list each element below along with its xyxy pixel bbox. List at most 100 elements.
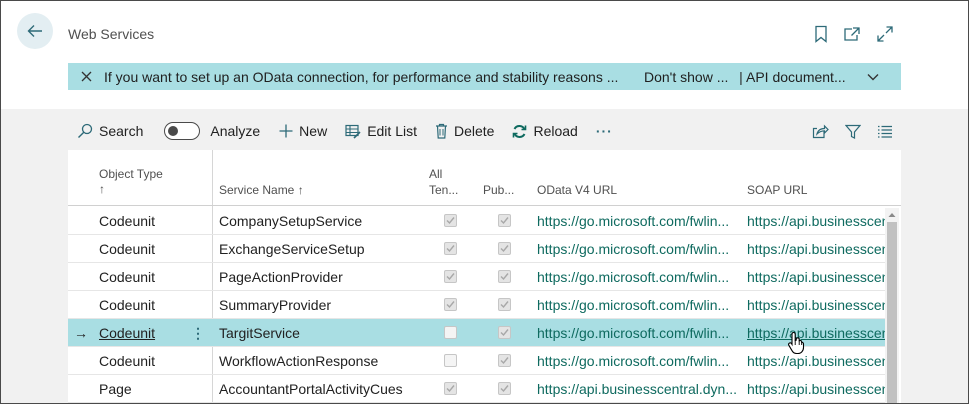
header-odata-url[interactable]: OData V4 URL — [537, 183, 617, 197]
reload-label: Reload — [533, 123, 578, 139]
filter-button[interactable] — [841, 119, 865, 143]
published-checkbox[interactable] — [498, 270, 511, 283]
all-tenants-checkbox[interactable] — [444, 382, 457, 395]
web-services-grid: Object Type ↑ Service Name ↑ All Ten... … — [68, 150, 901, 403]
cell-service-name[interactable]: AccountantPortalActivityCues — [219, 381, 429, 397]
dont-show-link[interactable]: Don't show ... — [644, 69, 736, 85]
web-services-window: Web Services If you want to set up an OD… — [0, 0, 969, 404]
search-button[interactable]: Search — [77, 116, 143, 146]
published-checkbox[interactable] — [498, 242, 511, 255]
cell-soap-url[interactable]: https://api.businesscen — [747, 325, 886, 341]
all-tenants-checkbox[interactable] — [444, 354, 457, 367]
notification-banner: If you want to set up an OData connectio… — [68, 63, 901, 90]
list-view-button[interactable] — [873, 119, 897, 143]
table-row[interactable]: Codeunit ExchangeServiceSetup https://go… — [68, 235, 886, 263]
table-row-selected[interactable]: → Codeunit ⋮ TargitService https://go.mi… — [68, 319, 886, 347]
cell-odata-url[interactable]: https://go.microsoft.com/fwlin... — [537, 269, 737, 285]
list-view-icon — [878, 125, 892, 138]
checkmark-icon — [446, 385, 455, 393]
back-button[interactable] — [17, 13, 53, 49]
cell-service-name[interactable]: PageActionProvider — [219, 269, 419, 285]
cell-object-type[interactable]: Codeunit — [99, 269, 204, 285]
header-published[interactable]: Pub... — [483, 183, 514, 197]
trash-icon — [436, 123, 447, 139]
share-button[interactable] — [808, 119, 832, 143]
table-row[interactable]: Codeunit CompanySetupService https://go.… — [68, 207, 886, 235]
cell-odata-url[interactable]: https://go.microsoft.com/fwlin... — [537, 325, 737, 341]
cell-odata-url[interactable]: https://go.microsoft.com/fwlin... — [537, 241, 737, 257]
all-tenants-checkbox[interactable] — [444, 326, 457, 339]
reload-button[interactable]: Reload — [512, 116, 578, 146]
all-tenants-checkbox[interactable] — [444, 270, 457, 283]
delete-label: Delete — [454, 123, 495, 139]
open-new-window-button[interactable] — [841, 23, 863, 45]
header-all-tenants-line1[interactable]: All — [429, 167, 442, 181]
published-checkbox[interactable] — [498, 214, 511, 227]
cell-object-type[interactable]: Codeunit — [99, 297, 204, 313]
close-icon — [81, 71, 91, 82]
api-documentation-link[interactable]: API document... — [746, 69, 863, 85]
table-row[interactable]: Codeunit WorkflowActionResponse https://… — [68, 347, 886, 375]
expand-banner-button[interactable] — [863, 73, 883, 81]
share-icon — [812, 124, 829, 138]
published-checkbox[interactable] — [498, 382, 511, 395]
delete-button[interactable]: Delete — [435, 116, 494, 146]
cell-odata-url[interactable]: https://go.microsoft.com/fwlin... — [537, 297, 737, 313]
page-header: Web Services If you want to set up an OD… — [1, 1, 968, 109]
cell-odata-url[interactable]: https://go.microsoft.com/fwlin... — [537, 353, 737, 369]
sort-ascending-icon: ↑ — [99, 182, 105, 196]
header-soap-url[interactable]: SOAP URL — [747, 183, 807, 197]
more-options-button[interactable]: ··· — [596, 116, 613, 146]
analyze-switch[interactable] — [164, 122, 201, 140]
cell-object-type[interactable]: Page — [99, 381, 204, 397]
back-arrow-icon — [27, 25, 42, 37]
bookmark-button[interactable] — [810, 23, 832, 45]
cell-object-type[interactable]: Codeunit — [99, 353, 204, 369]
header-all-tenants-line2[interactable]: Ten... — [429, 183, 458, 197]
checkmark-icon — [500, 357, 509, 365]
cell-service-name[interactable]: WorkflowActionResponse — [219, 353, 419, 369]
cell-soap-url[interactable]: https://api.businesscen — [747, 241, 886, 257]
all-tenants-checkbox[interactable] — [444, 214, 457, 227]
analyze-label: Analyze — [210, 123, 261, 139]
table-row[interactable]: Codeunit SummaryProvider https://go.micr… — [68, 291, 886, 319]
banner-separator: | — [739, 68, 743, 85]
table-row[interactable]: Codeunit PageActionProvider https://go.m… — [68, 263, 886, 291]
cell-service-name[interactable]: TargitService — [219, 325, 419, 341]
row-menu-button[interactable]: ⋮ — [191, 325, 205, 342]
cell-service-name[interactable]: SummaryProvider — [219, 297, 419, 313]
header-object-type[interactable]: Object Type — [99, 167, 163, 181]
checkmark-icon — [500, 385, 509, 393]
cell-soap-url[interactable]: https://api.businesscen — [747, 297, 886, 313]
published-checkbox[interactable] — [498, 354, 511, 367]
cell-soap-url[interactable]: https://api.businesscen — [747, 353, 886, 369]
table-row[interactable]: Page AccountantPortalActivityCues https:… — [68, 375, 886, 403]
checkmark-icon — [500, 273, 509, 281]
cell-object-type[interactable]: Codeunit — [99, 325, 179, 341]
new-button[interactable]: New — [279, 116, 327, 146]
published-checkbox[interactable] — [498, 326, 511, 339]
dismiss-banner-button[interactable] — [68, 71, 104, 82]
cell-odata-url[interactable]: https://api.businesscentral.dyn... — [537, 381, 742, 397]
cell-soap-url[interactable]: https://api.businesscen — [747, 269, 886, 285]
banner-message: If you want to set up an OData connectio… — [104, 68, 619, 85]
cell-object-type[interactable]: Codeunit — [99, 213, 204, 229]
vertical-scrollbar[interactable] — [885, 208, 899, 403]
checkmark-icon — [446, 301, 455, 309]
cell-object-type[interactable]: Codeunit — [99, 241, 204, 257]
cell-soap-url[interactable]: https://api.businesscen — [747, 213, 886, 229]
cell-soap-url[interactable]: https://api.businesscen — [747, 381, 886, 397]
all-tenants-checkbox[interactable] — [444, 242, 457, 255]
cell-service-name[interactable]: CompanySetupService — [219, 213, 419, 229]
edit-list-button[interactable]: Edit List — [345, 116, 417, 146]
expand-button[interactable] — [874, 23, 896, 45]
header-service-name[interactable]: Service Name ↑ — [219, 183, 304, 197]
cell-odata-url[interactable]: https://go.microsoft.com/fwlin... — [537, 213, 737, 229]
analyze-toggle[interactable]: Analyze — [164, 116, 260, 146]
cell-service-name[interactable]: ExchangeServiceSetup — [219, 241, 419, 257]
all-tenants-checkbox[interactable] — [444, 298, 457, 311]
edit-list-label: Edit List — [367, 123, 417, 139]
published-checkbox[interactable] — [498, 298, 511, 311]
scrollbar-thumb[interactable] — [887, 222, 897, 403]
edit-list-icon — [345, 124, 361, 139]
